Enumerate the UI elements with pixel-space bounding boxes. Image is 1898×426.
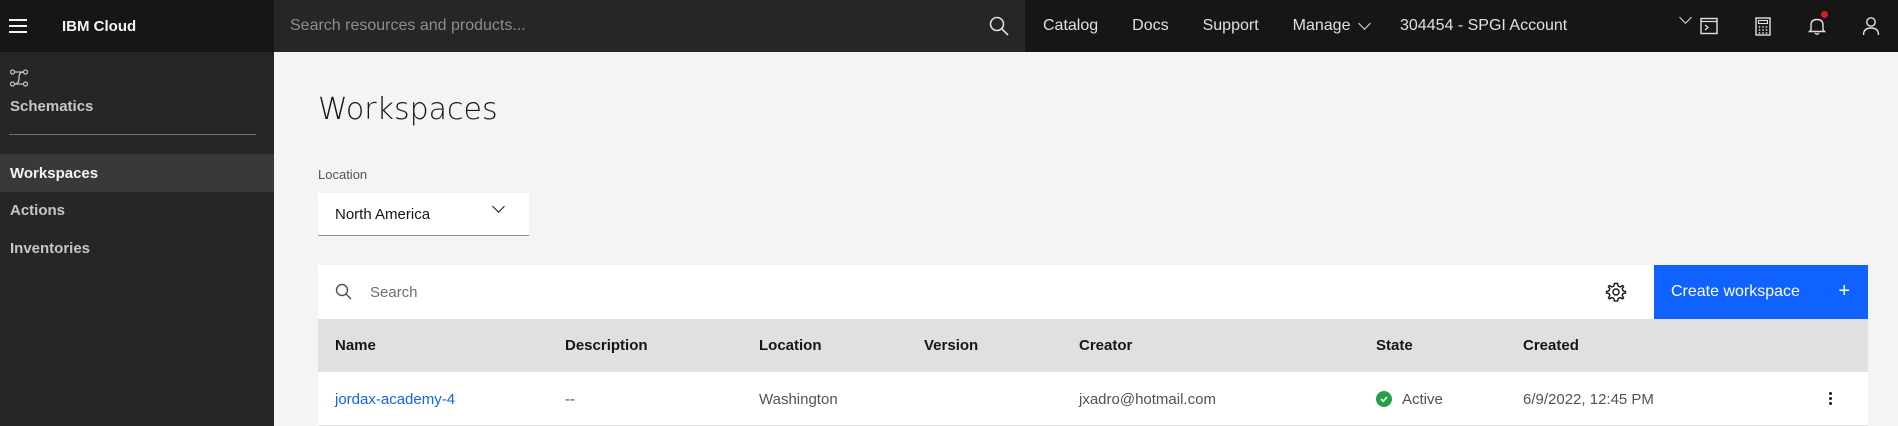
column-creator[interactable]: Creator [1079,319,1132,372]
sidebar-divider [9,134,256,135]
column-created[interactable]: Created [1523,319,1579,372]
sidebar-title[interactable]: Schematics [10,98,93,115]
menu-icon[interactable] [0,0,36,52]
workspace-state: Active [1376,372,1443,426]
search-icon[interactable] [987,14,1011,38]
table-toolbar: Create workspace + [318,265,1868,319]
page-title: Workspaces [318,92,498,127]
sidebar-item-workspaces[interactable]: Workspaces [0,154,274,192]
location-dropdown[interactable]: North America [318,193,529,236]
location-value: North America [335,205,431,223]
workspace-state-label: Active [1402,390,1443,408]
profile-button[interactable] [1844,0,1898,52]
column-version[interactable]: Version [924,319,978,372]
left-sidebar: Schematics Workspaces Actions Inventorie… [0,52,274,426]
location-label: Location [318,167,368,182]
column-location[interactable]: Location [759,319,822,372]
workspace-creator: jxadro@hotmail.com [1079,390,1216,408]
top-header: IBM Cloud Catalog Docs Support Manage 30… [0,0,1898,52]
workspace-location: Washington [759,390,838,408]
notifications-button[interactable] [1790,0,1844,52]
cost-estimator-button[interactable] [1736,0,1790,52]
terminal-icon [1700,17,1718,35]
table-row[interactable]: jordax-academy-4 -- Washington jxadro@ho… [318,372,1868,426]
table-search-input[interactable] [370,265,1370,319]
account-switcher[interactable]: 304454 - SPGI Account [1400,0,1692,52]
checkmark-filled-icon [1376,391,1392,407]
table-header: Name Description Location Version Creato… [318,319,1868,372]
calculator-icon [1755,16,1771,36]
sidebar-item-inventories[interactable]: Inventories [0,229,274,267]
brand-name[interactable]: IBM Cloud [62,18,273,35]
gear-icon[interactable] [1604,280,1628,304]
column-description[interactable]: Description [565,319,648,372]
global-search-input[interactable] [290,17,970,35]
schematics-icon [9,69,29,87]
header-tools [1682,0,1898,52]
overflow-menu-icon[interactable] [1829,391,1832,406]
create-workspace-button[interactable]: Create workspace + [1654,265,1868,319]
workspaces-table: Name Description Location Version Creato… [318,319,1868,426]
create-workspace-label: Create workspace [1671,283,1800,300]
account-label: 304454 - SPGI Account [1400,17,1568,34]
nav-manage-label: Manage [1292,17,1351,34]
chevron-down-icon [492,200,505,213]
nav-manage[interactable]: Manage [1276,0,1387,52]
plus-icon: + [1838,280,1850,302]
workspace-created: 6/9/2022, 12:45 PM [1523,390,1654,408]
bell-icon [1807,18,1827,35]
column-name[interactable]: Name [335,319,376,372]
workspace-name-link[interactable]: jordax-academy-4 [335,372,455,426]
chevron-down-icon [1358,17,1372,30]
nav-support[interactable]: Support [1186,0,1276,52]
nav-catalog[interactable]: Catalog [1025,0,1115,52]
workspace-description: -- [565,390,575,408]
cloud-shell-button[interactable] [1682,0,1736,52]
top-nav: Catalog Docs Support Manage [1025,0,1386,52]
user-icon [1862,17,1880,36]
column-state[interactable]: State [1376,319,1413,372]
search-icon [335,283,352,300]
sidebar-item-actions[interactable]: Actions [0,191,274,229]
global-search [274,0,1025,52]
notification-badge [1821,11,1828,18]
nav-docs[interactable]: Docs [1115,0,1185,52]
